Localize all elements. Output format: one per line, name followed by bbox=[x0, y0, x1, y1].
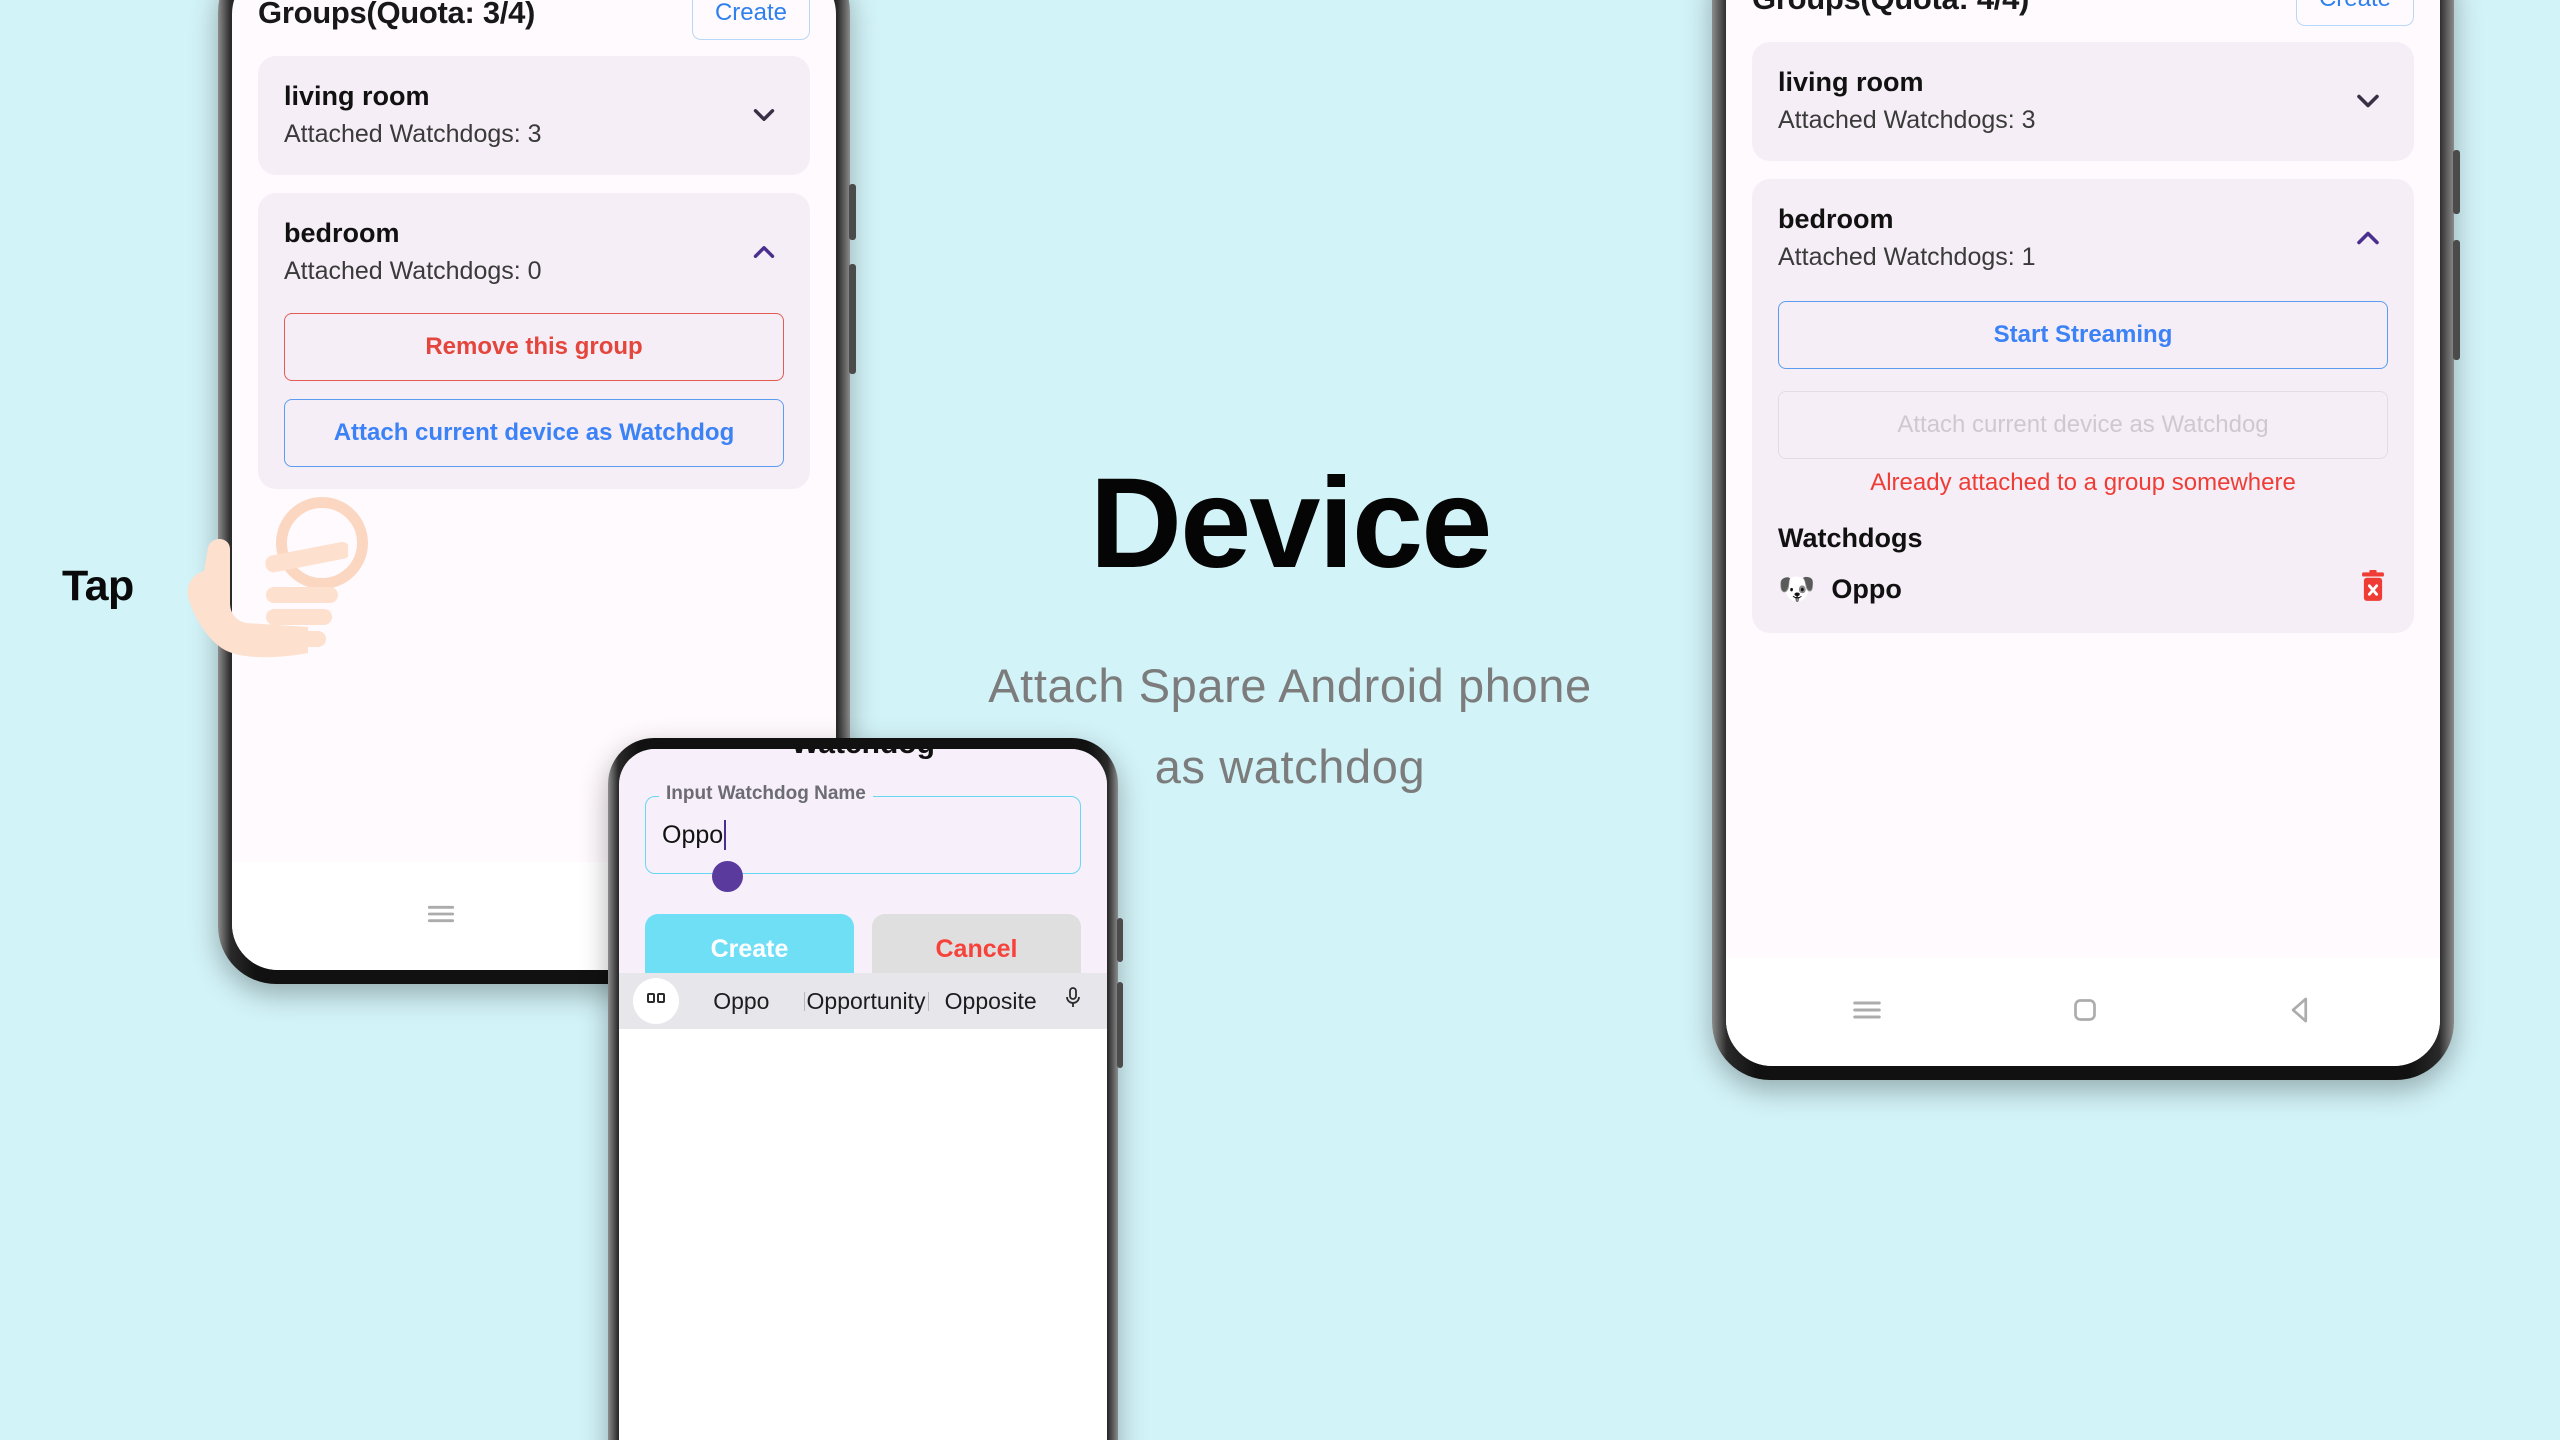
middle-phone-frame: 14:33 bbox=[608, 738, 1123, 1440]
right-groups-header: Groups(Quota: 4/4) Create bbox=[1726, 0, 2440, 42]
microphone-icon[interactable] bbox=[1053, 986, 1093, 1016]
left-group-watchdog-count-bedroom: Attached Watchdogs: 0 bbox=[284, 257, 542, 286]
home-square-icon[interactable] bbox=[2066, 991, 2104, 1034]
suggestion-item-0[interactable]: Oppo bbox=[679, 988, 804, 1015]
back-triangle-icon[interactable] bbox=[2282, 991, 2320, 1034]
trash-delete-icon[interactable] bbox=[2358, 570, 2388, 609]
left-groups-title: Groups(Quota: 3/4) bbox=[258, 0, 536, 30]
chevron-up-icon[interactable] bbox=[744, 232, 784, 272]
right-group-watchdog-count-bedroom: Attached Watchdogs: 1 bbox=[1778, 243, 2036, 272]
attach-device-as-watchdog-button-disabled: Attach current device as Watchdog bbox=[1778, 391, 2388, 460]
left-group-name-bedroom: bedroom bbox=[284, 217, 400, 248]
right-group-watchdog-count: Attached Watchdogs: 3 bbox=[1778, 106, 2036, 135]
left-groups-header: Groups(Quota: 3/4) Create bbox=[232, 0, 836, 56]
keyboard-switch-icon[interactable] bbox=[633, 978, 679, 1024]
right-group-row: living room Attached Watchdogs: 3 bbox=[1778, 64, 2388, 139]
chevron-up-icon[interactable] bbox=[2348, 218, 2388, 258]
right-group-name-bedroom: bedroom bbox=[1778, 203, 1894, 234]
right-groups-title: Groups(Quota: 4/4) bbox=[1752, 0, 2029, 17]
right-group-card-bedroom[interactable]: bedroom Attached Watchdogs: 1 Start Stre… bbox=[1752, 178, 2414, 634]
left-group-card-bedroom[interactable]: bedroom Attached Watchdogs: 0 Remove thi… bbox=[258, 192, 810, 490]
text-caret bbox=[724, 820, 727, 850]
watchdog-list-item[interactable]: 🐶 Oppo bbox=[1778, 560, 2388, 611]
left-app-scroll[interactable]: Groups(Quota: 3/4) Create living room At… bbox=[232, 0, 836, 862]
left-group-watchdog-count: Attached Watchdogs: 3 bbox=[284, 120, 542, 149]
attach-device-as-watchdog-button[interactable]: Attach current device as Watchdog bbox=[284, 399, 784, 468]
left-group-name: living room bbox=[284, 81, 430, 111]
right-android-navbar bbox=[1726, 958, 2440, 1066]
chevron-down-icon[interactable] bbox=[2348, 81, 2388, 121]
watchdog-name-label: Input Watchdog Name bbox=[659, 783, 873, 805]
middle-scrim: your.email@example.com ad7a2c2d-9fc2-42c… bbox=[619, 749, 1107, 1029]
dog-face-icon: 🐶 bbox=[1778, 572, 1816, 606]
watchdog-item-left: 🐶 Oppo bbox=[1778, 574, 1902, 605]
suggestion-item-1[interactable]: Opportunity bbox=[803, 988, 929, 1015]
right-create-group-button[interactable]: Create bbox=[2295, 0, 2414, 26]
right-phone-frame: Groups(Quota: 4/4) Create living room At… bbox=[1712, 0, 2460, 1080]
watchdog-name-input[interactable]: Oppo bbox=[662, 821, 723, 850]
left-group-texts: living room Attached Watchdogs: 3 bbox=[284, 78, 542, 153]
left-group-row: living room Attached Watchdogs: 3 bbox=[284, 78, 784, 153]
middle-phone-button-power[interactable] bbox=[1117, 982, 1123, 1068]
watchdog-name-input-box[interactable]: Oppo bbox=[645, 796, 1081, 874]
chevron-down-icon[interactable] bbox=[744, 95, 784, 135]
watchdog-name-field[interactable]: Input Watchdog Name Oppo bbox=[645, 783, 1081, 892]
right-group-actions: Start Streaming Attach current device as… bbox=[1778, 301, 2388, 611]
poster-canvas: Groups(Quota: 3/4) Create living room At… bbox=[0, 0, 2560, 1440]
left-group-texts-bedroom: bedroom Attached Watchdogs: 0 bbox=[284, 215, 542, 290]
right-app-body: Groups(Quota: 4/4) Create living room At… bbox=[1726, 0, 2440, 1066]
watchdog-name: Oppo bbox=[1831, 574, 1902, 605]
right-group-texts-bedroom: bedroom Attached Watchdogs: 1 bbox=[1778, 201, 2036, 276]
pointing-hand-icon bbox=[168, 505, 351, 670]
hamburger-menu-icon[interactable] bbox=[1846, 989, 1888, 1036]
hero-subtitle-line-1: Attach Spare Android phone bbox=[988, 659, 1592, 712]
tap-label: Tap bbox=[62, 562, 134, 610]
right-group-row-bedroom: bedroom Attached Watchdogs: 1 bbox=[1778, 201, 2388, 276]
dialog-title: Attach Current Device as Watchdog bbox=[645, 749, 1081, 764]
phone-button-power[interactable] bbox=[849, 264, 856, 374]
start-streaming-button[interactable]: Start Streaming bbox=[1778, 301, 2388, 370]
right-phone-screen: Groups(Quota: 4/4) Create living room At… bbox=[1726, 0, 2440, 1066]
right-phone-button-power[interactable] bbox=[2453, 240, 2460, 360]
left-group-row-bedroom: bedroom Attached Watchdogs: 0 bbox=[284, 215, 784, 290]
left-create-group-button[interactable]: Create bbox=[691, 0, 810, 40]
touch-cursor-blob bbox=[712, 861, 743, 892]
right-group-card-living-room[interactable]: living room Attached Watchdogs: 3 bbox=[1752, 42, 2414, 161]
page-title: Device bbox=[1089, 452, 1493, 595]
attach-blocked-note: Already attached to a group somewhere bbox=[1870, 469, 2296, 497]
left-group-actions: Remove this group Attach current device … bbox=[284, 313, 784, 468]
right-group-texts: living room Attached Watchdogs: 3 bbox=[1778, 64, 2036, 139]
middle-phone-button-volume[interactable] bbox=[1117, 918, 1123, 962]
watchdogs-section-title: Watchdogs bbox=[1778, 523, 1923, 554]
right-app-scroll[interactable]: Groups(Quota: 4/4) Create living room At… bbox=[1726, 0, 2440, 958]
middle-phone-screen: 14:33 bbox=[619, 749, 1107, 1440]
right-phone-button-volume[interactable] bbox=[2453, 150, 2460, 214]
right-group-name: living room bbox=[1778, 67, 1924, 97]
phone-button-volume[interactable] bbox=[849, 184, 856, 240]
suggestion-item-2[interactable]: Opposite bbox=[928, 988, 1053, 1015]
remove-group-button[interactable]: Remove this group bbox=[284, 313, 784, 382]
hamburger-menu-icon[interactable] bbox=[421, 894, 461, 939]
left-group-card-living-room[interactable]: living room Attached Watchdogs: 3 bbox=[258, 56, 810, 175]
keyboard-suggestion-bar: Oppo Opportunity Opposite bbox=[619, 973, 1107, 1029]
